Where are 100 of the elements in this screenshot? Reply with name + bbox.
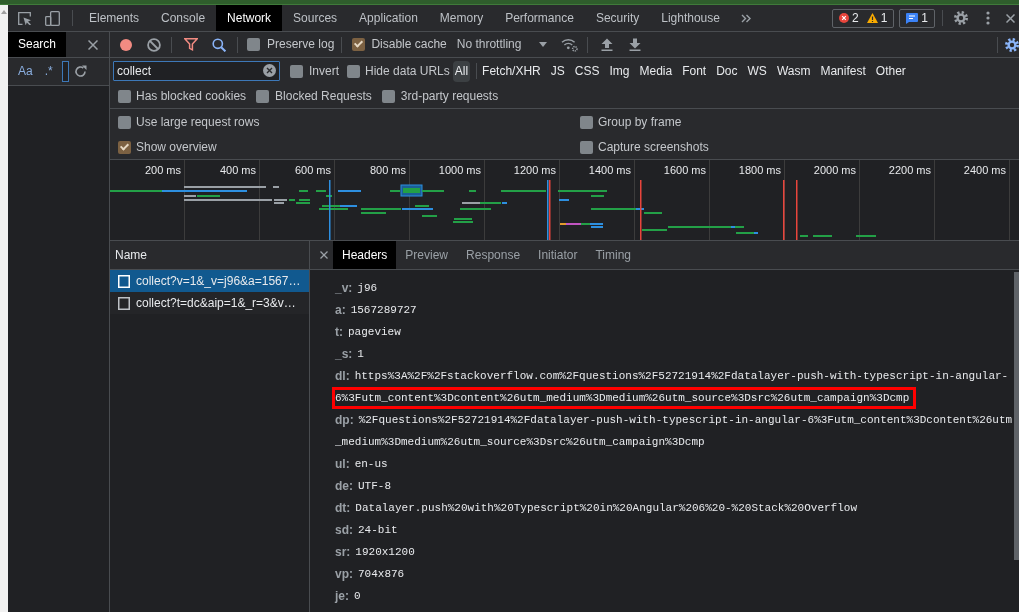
checkbox[interactable] [247,38,260,51]
more-options-icon[interactable] [986,11,990,25]
checkbox[interactable] [118,89,131,103]
close-icon[interactable] [1006,13,1015,23]
parameter-value: 24-bit [358,523,398,538]
checkbox-label[interactable]: Has blocked cookies [136,88,247,104]
device-toggle-icon[interactable] [45,10,60,26]
filter-input[interactable]: collect [113,61,280,81]
double-chevron-icon[interactable] [740,13,751,23]
settings-icon[interactable] [1005,37,1019,52]
details-tab[interactable]: Timing [586,241,640,269]
resource-type-filter[interactable]: Img [607,60,632,82]
checkbox-label[interactable]: Show overview [136,140,217,155]
inspect-element-icon[interactable] [18,11,31,25]
warning-count: 1 [880,10,888,26]
parameter-value: en-us [354,457,388,472]
refresh-icon[interactable] [73,65,87,78]
time-tick-label: 1400 ms [588,164,631,176]
checkbox-label[interactable]: Invert [309,63,339,79]
panel-tab[interactable]: Network [216,5,283,31]
filter-icon[interactable] [184,38,198,51]
time-tick-label: 1800 ms [738,164,781,176]
settings-icon[interactable] [954,11,968,25]
clear-icon[interactable] [147,37,161,52]
parameter-value: 1567289727 [350,303,417,318]
error-icon [838,13,849,23]
checkbox[interactable] [256,89,270,103]
time-tick-label: 200 ms [144,164,181,176]
resource-type-filter[interactable]: Manifest [818,60,868,82]
checkbox[interactable] [118,141,131,154]
throttling-dropdown[interactable]: No throttling [456,37,548,52]
resource-type-filter[interactable]: Font [680,60,709,82]
checkbox[interactable] [352,38,366,51]
checkbox-label[interactable]: Disable cache [371,37,447,52]
clear-input-icon[interactable] [263,64,276,77]
details-tab[interactable]: Preview [396,241,458,269]
scrollbar[interactable] [1014,272,1019,560]
resource-type-filter[interactable]: JS [548,60,567,82]
parameter-name: dt: [335,500,351,517]
search-icon[interactable] [212,37,226,52]
panel-tab[interactable]: Memory [428,5,495,31]
checkbox-label[interactable]: Blocked Requests [275,88,372,104]
record-icon[interactable] [120,38,132,51]
panel-tab[interactable]: Lighthouse [650,5,731,31]
close-icon[interactable] [88,39,98,50]
resource-type-filter[interactable]: CSS [572,60,602,82]
close-icon[interactable] [320,251,328,259]
parameter-name: sr: [335,544,351,561]
checkbox[interactable] [347,64,360,78]
network-conditions-icon[interactable] [561,37,579,52]
parameter-name: ul: [335,456,350,473]
resource-type-filter[interactable]: Other [873,60,908,82]
panel-tab[interactable]: Elements [78,5,151,31]
document-icon [118,274,130,288]
drawer-tab[interactable]: Search [8,32,67,57]
warning-icon [866,13,878,23]
checkbox-label[interactable]: Capture screenshots [598,140,709,155]
checkbox-label[interactable]: Hide data URLs [365,63,450,79]
checkbox-label[interactable]: Preserve log [267,37,335,52]
time-tick-label: 800 ms [369,164,406,176]
panel-tab[interactable]: Performance [494,5,585,31]
panel-tab[interactable]: Application [348,5,429,31]
checkbox-label[interactable]: 3rd-party requests [400,88,499,104]
resource-type-filter[interactable]: Doc [714,60,740,82]
checkbox-label[interactable]: Use large request rows [136,115,260,130]
resource-type-filter[interactable]: Wasm [774,60,813,82]
caret-down-icon [539,42,548,47]
checkbox[interactable] [580,116,593,129]
parameter-value: 6%3Futm_content%3Dcontent%26utm_medium%3Dmedium%26utm_source%3Dsrc%26utm_campaign%3Dcmp [332,387,917,409]
details-tab[interactable]: Response [457,241,530,269]
parameter-value: %2Fquestions%2F52721914%2Fdatalayer-push-with-typescript-in-angular-6%3Futm_content%3Dcontent%26utm [358,413,1013,428]
regex-toggle[interactable]: .* [44,64,53,79]
checkbox[interactable] [118,116,131,129]
request-row[interactable]: collect?t=dc&aip=1&_r=3&v… [110,292,309,314]
upload-icon[interactable] [601,38,614,51]
request-name: collect?t=dc&aip=1&_r=3&v… [136,295,296,311]
download-icon[interactable] [629,38,642,51]
checkbox[interactable] [290,64,303,78]
request-row[interactable]: collect?v=1&_v=j96&a=1567… [110,270,309,292]
resource-type-filter[interactable]: Fetch/XHR [480,60,543,82]
issues-counter[interactable]: 2 1 [831,8,895,28]
search-input-field[interactable] [61,61,69,82]
resource-type-filter[interactable]: Media [637,60,675,82]
parameter-value: 0 [354,589,361,604]
resource-type-filter[interactable]: WS [745,60,769,82]
messages-counter[interactable]: 1 [899,8,935,28]
checkbox[interactable] [381,89,395,103]
checkbox-label[interactable]: Group by frame [598,115,682,130]
details-tab[interactable]: Headers [333,241,397,269]
resource-type-filter[interactable]: All [452,60,471,82]
panel-tab[interactable]: Security [584,5,651,31]
panel-tab[interactable]: Sources [282,5,349,31]
checkbox[interactable] [580,141,593,154]
parameter-name: _s: [335,346,353,363]
details-tab[interactable]: Initiator [529,241,587,269]
panel-tab[interactable]: Console [150,5,217,31]
column-header[interactable]: Name [110,241,309,270]
time-tick-label: 2200 ms [888,164,931,176]
time-tick-label: 1200 ms [513,164,556,176]
match-case-toggle[interactable]: Aa [18,64,33,79]
